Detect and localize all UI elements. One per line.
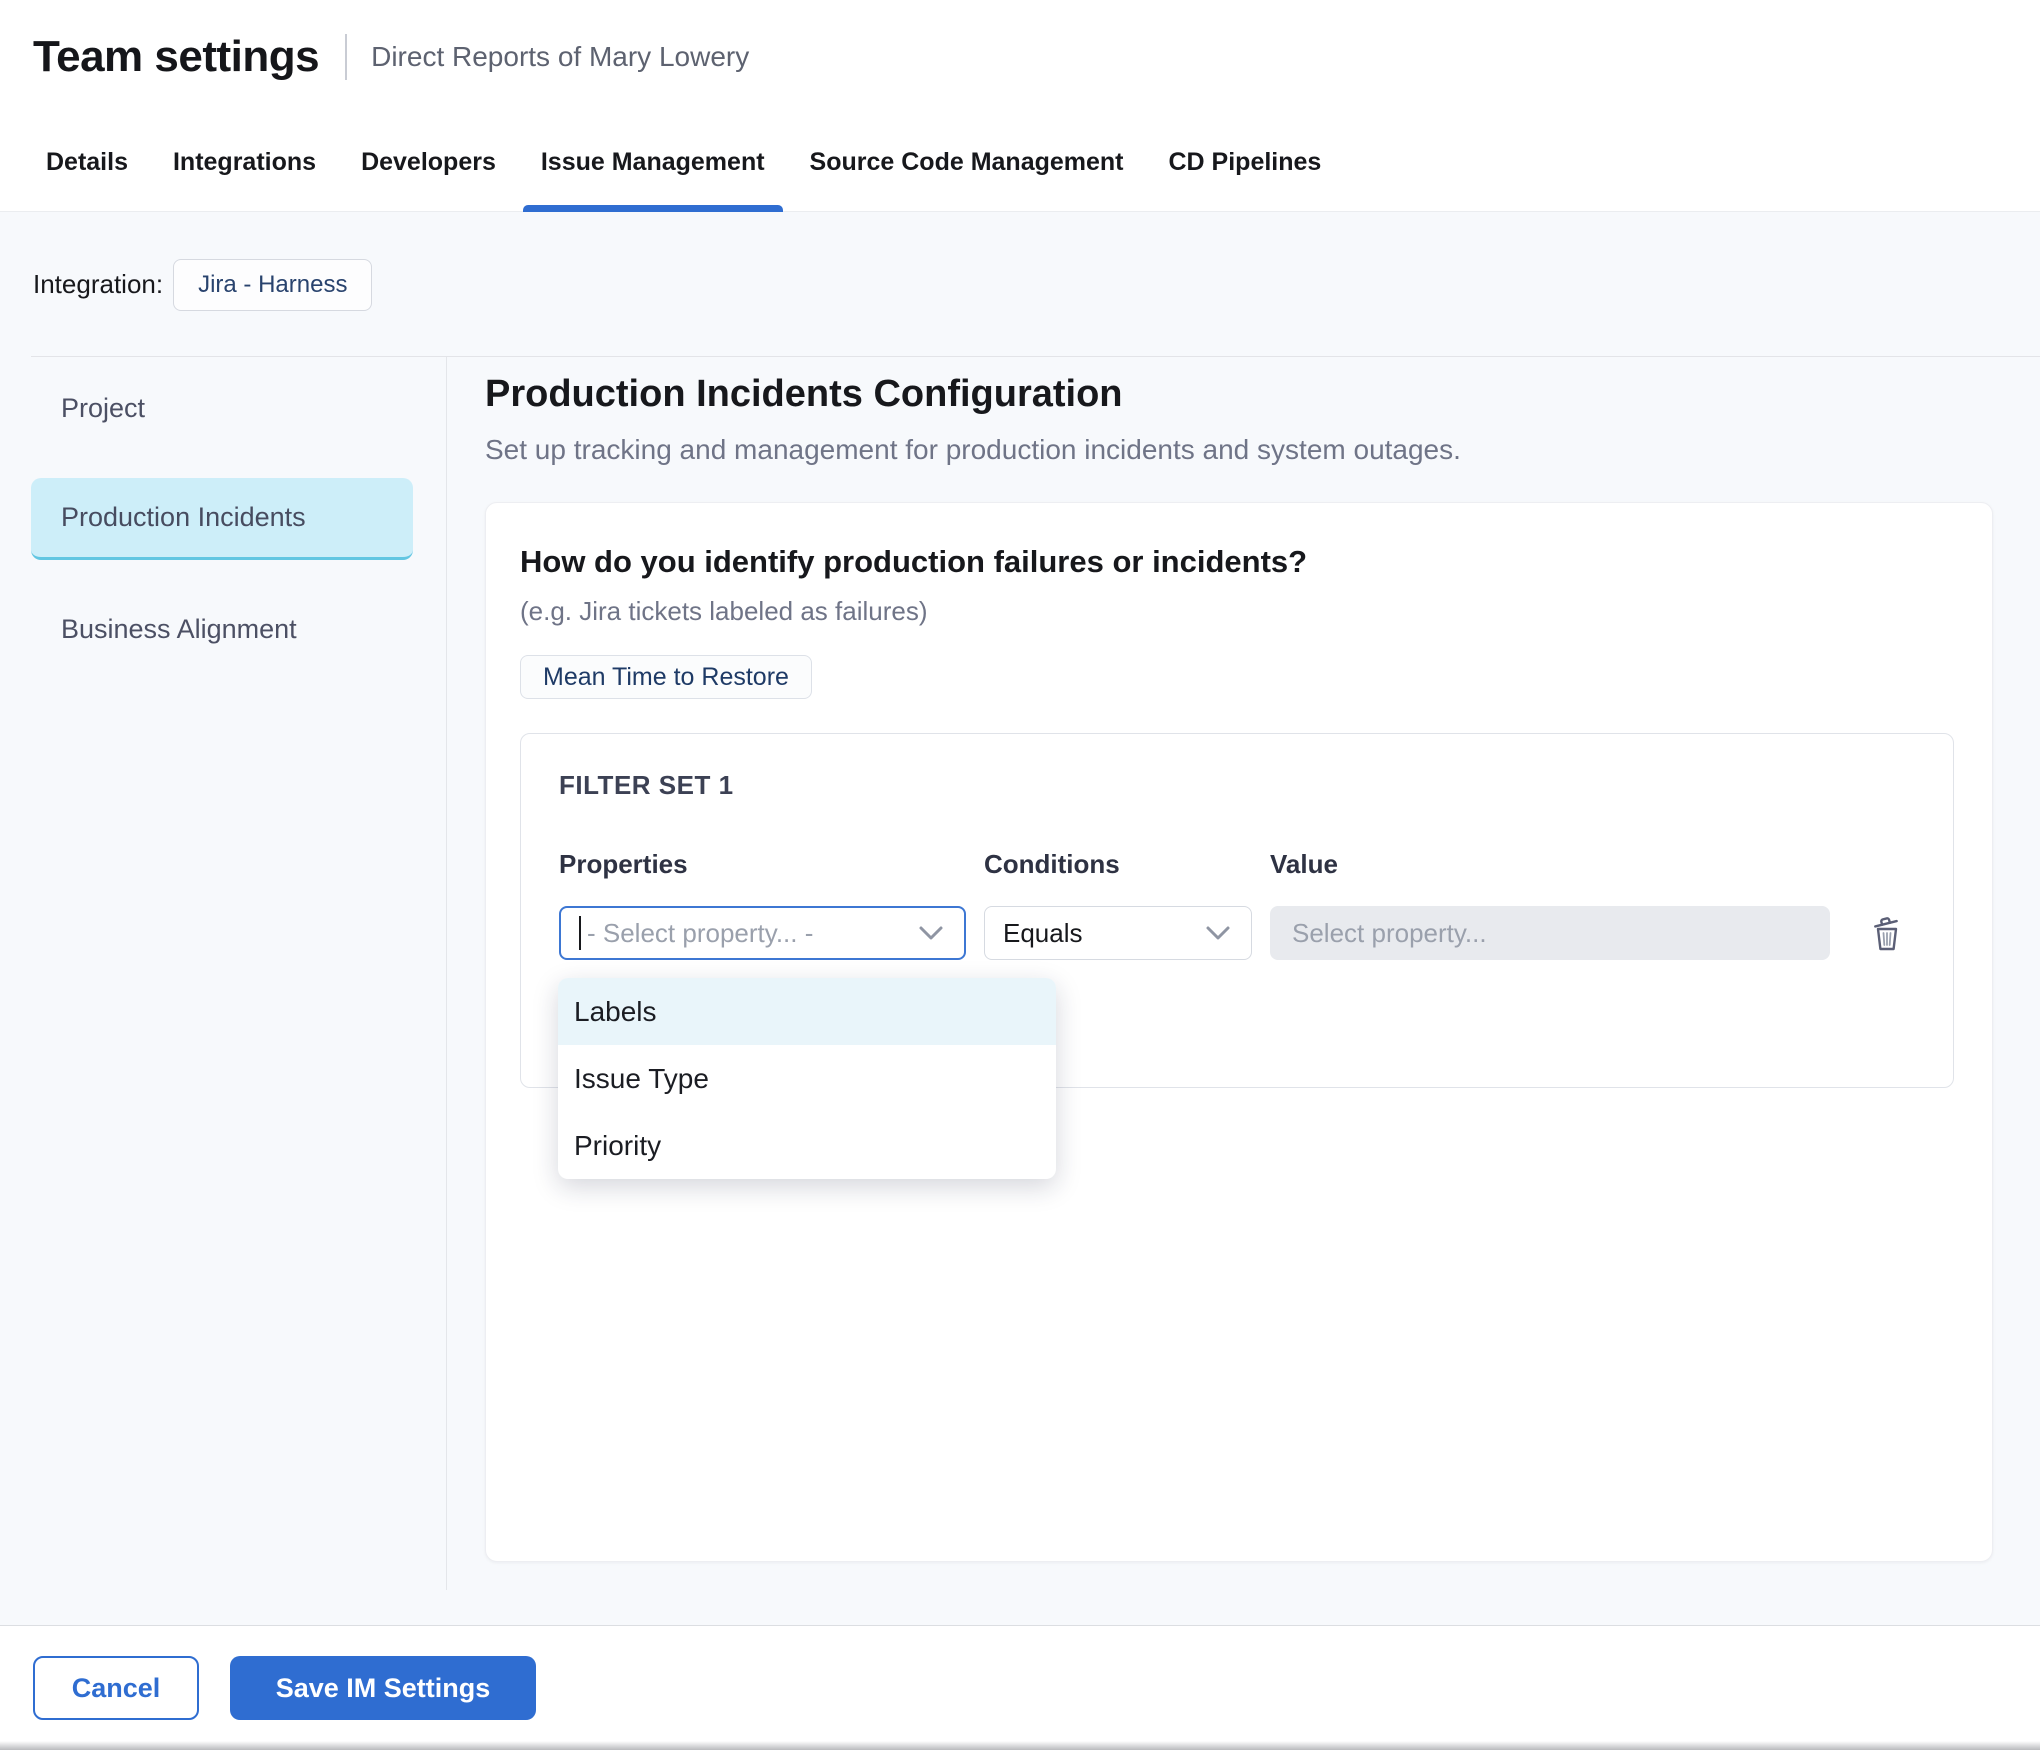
save-im-settings-button[interactable]: Save IM Settings: [230, 1656, 536, 1720]
delete-filter-button[interactable]: [1868, 911, 1908, 955]
page-title: Team settings: [33, 32, 319, 82]
tab-source-code-management[interactable]: Source Code Management: [810, 114, 1124, 212]
tab-integrations[interactable]: Integrations: [173, 114, 316, 212]
section-title: Production Incidents Configuration: [485, 372, 2040, 416]
condition-select[interactable]: Equals: [984, 906, 1252, 960]
tab-details[interactable]: Details: [46, 114, 128, 212]
chevron-down-icon: [1205, 925, 1231, 941]
integration-chip[interactable]: Jira - Harness: [173, 259, 372, 311]
main-section: Production Incidents Configuration Set u…: [447, 357, 2040, 1625]
identify-question: How do you identify production failures …: [520, 543, 1954, 581]
tab-cd-pipelines[interactable]: CD Pipelines: [1169, 114, 1322, 212]
active-tab-underline: [523, 205, 783, 212]
team-settings-page: Team settings Direct Reports of Mary Low…: [0, 0, 2040, 1750]
settings-sidebar: Project Production Incidents Business Al…: [0, 357, 447, 1625]
value-input-placeholder: Select property...: [1292, 918, 1487, 949]
properties-column-header: Properties: [559, 849, 966, 880]
dropdown-option-labels[interactable]: Labels: [558, 978, 1056, 1045]
property-select[interactable]: - Select property... - Labels Issue Type…: [559, 906, 966, 960]
sidebar-item-business-alignment[interactable]: Business Alignment: [31, 590, 413, 669]
sidebar-item-project[interactable]: Project: [31, 369, 413, 448]
integration-label: Integration:: [33, 269, 163, 300]
tab-developers[interactable]: Developers: [361, 114, 496, 212]
dropdown-option-priority[interactable]: Priority: [558, 1112, 1056, 1179]
content-area: Integration: Jira - Harness Project Prod…: [0, 212, 2040, 1625]
window-bottom-edge: [0, 1741, 2040, 1750]
page-header: Team settings Direct Reports of Mary Low…: [0, 0, 2040, 114]
property-dropdown: Labels Issue Type Priority: [558, 978, 1056, 1179]
text-cursor: [579, 916, 581, 950]
identify-hint: (e.g. Jira tickets labeled as failures): [520, 595, 1954, 627]
mean-time-to-restore-chip[interactable]: Mean Time to Restore: [520, 655, 812, 699]
tab-issue-management[interactable]: Issue Management: [541, 114, 765, 212]
property-select-placeholder: - Select property... -: [587, 918, 813, 949]
dropdown-option-issue-type[interactable]: Issue Type: [558, 1045, 1056, 1112]
integration-row: Integration: Jira - Harness: [0, 212, 2040, 357]
value-column-header: Value: [1270, 849, 1830, 880]
settings-tab-bar: Details Integrations Developers Issue Ma…: [0, 114, 2040, 212]
cancel-button[interactable]: Cancel: [33, 1656, 199, 1720]
condition-select-value: Equals: [1003, 918, 1083, 949]
page-subtitle: Direct Reports of Mary Lowery: [371, 41, 749, 73]
action-footer: Cancel Save IM Settings: [0, 1625, 2040, 1750]
filter-set-title: FILTER SET 1: [559, 770, 1953, 801]
section-subtitle: Set up tracking and management for produ…: [485, 434, 2040, 466]
trash-icon: [1871, 912, 1905, 954]
title-separator: [345, 34, 347, 80]
conditions-column-header: Conditions: [984, 849, 1252, 880]
chevron-down-icon: [918, 925, 944, 941]
filter-set-card: FILTER SET 1 Properties Conditions Value: [520, 733, 1954, 1088]
value-input[interactable]: Select property...: [1270, 906, 1830, 960]
incidents-config-panel: How do you identify production failures …: [485, 502, 1993, 1562]
sidebar-item-production-incidents[interactable]: Production Incidents: [31, 478, 413, 560]
